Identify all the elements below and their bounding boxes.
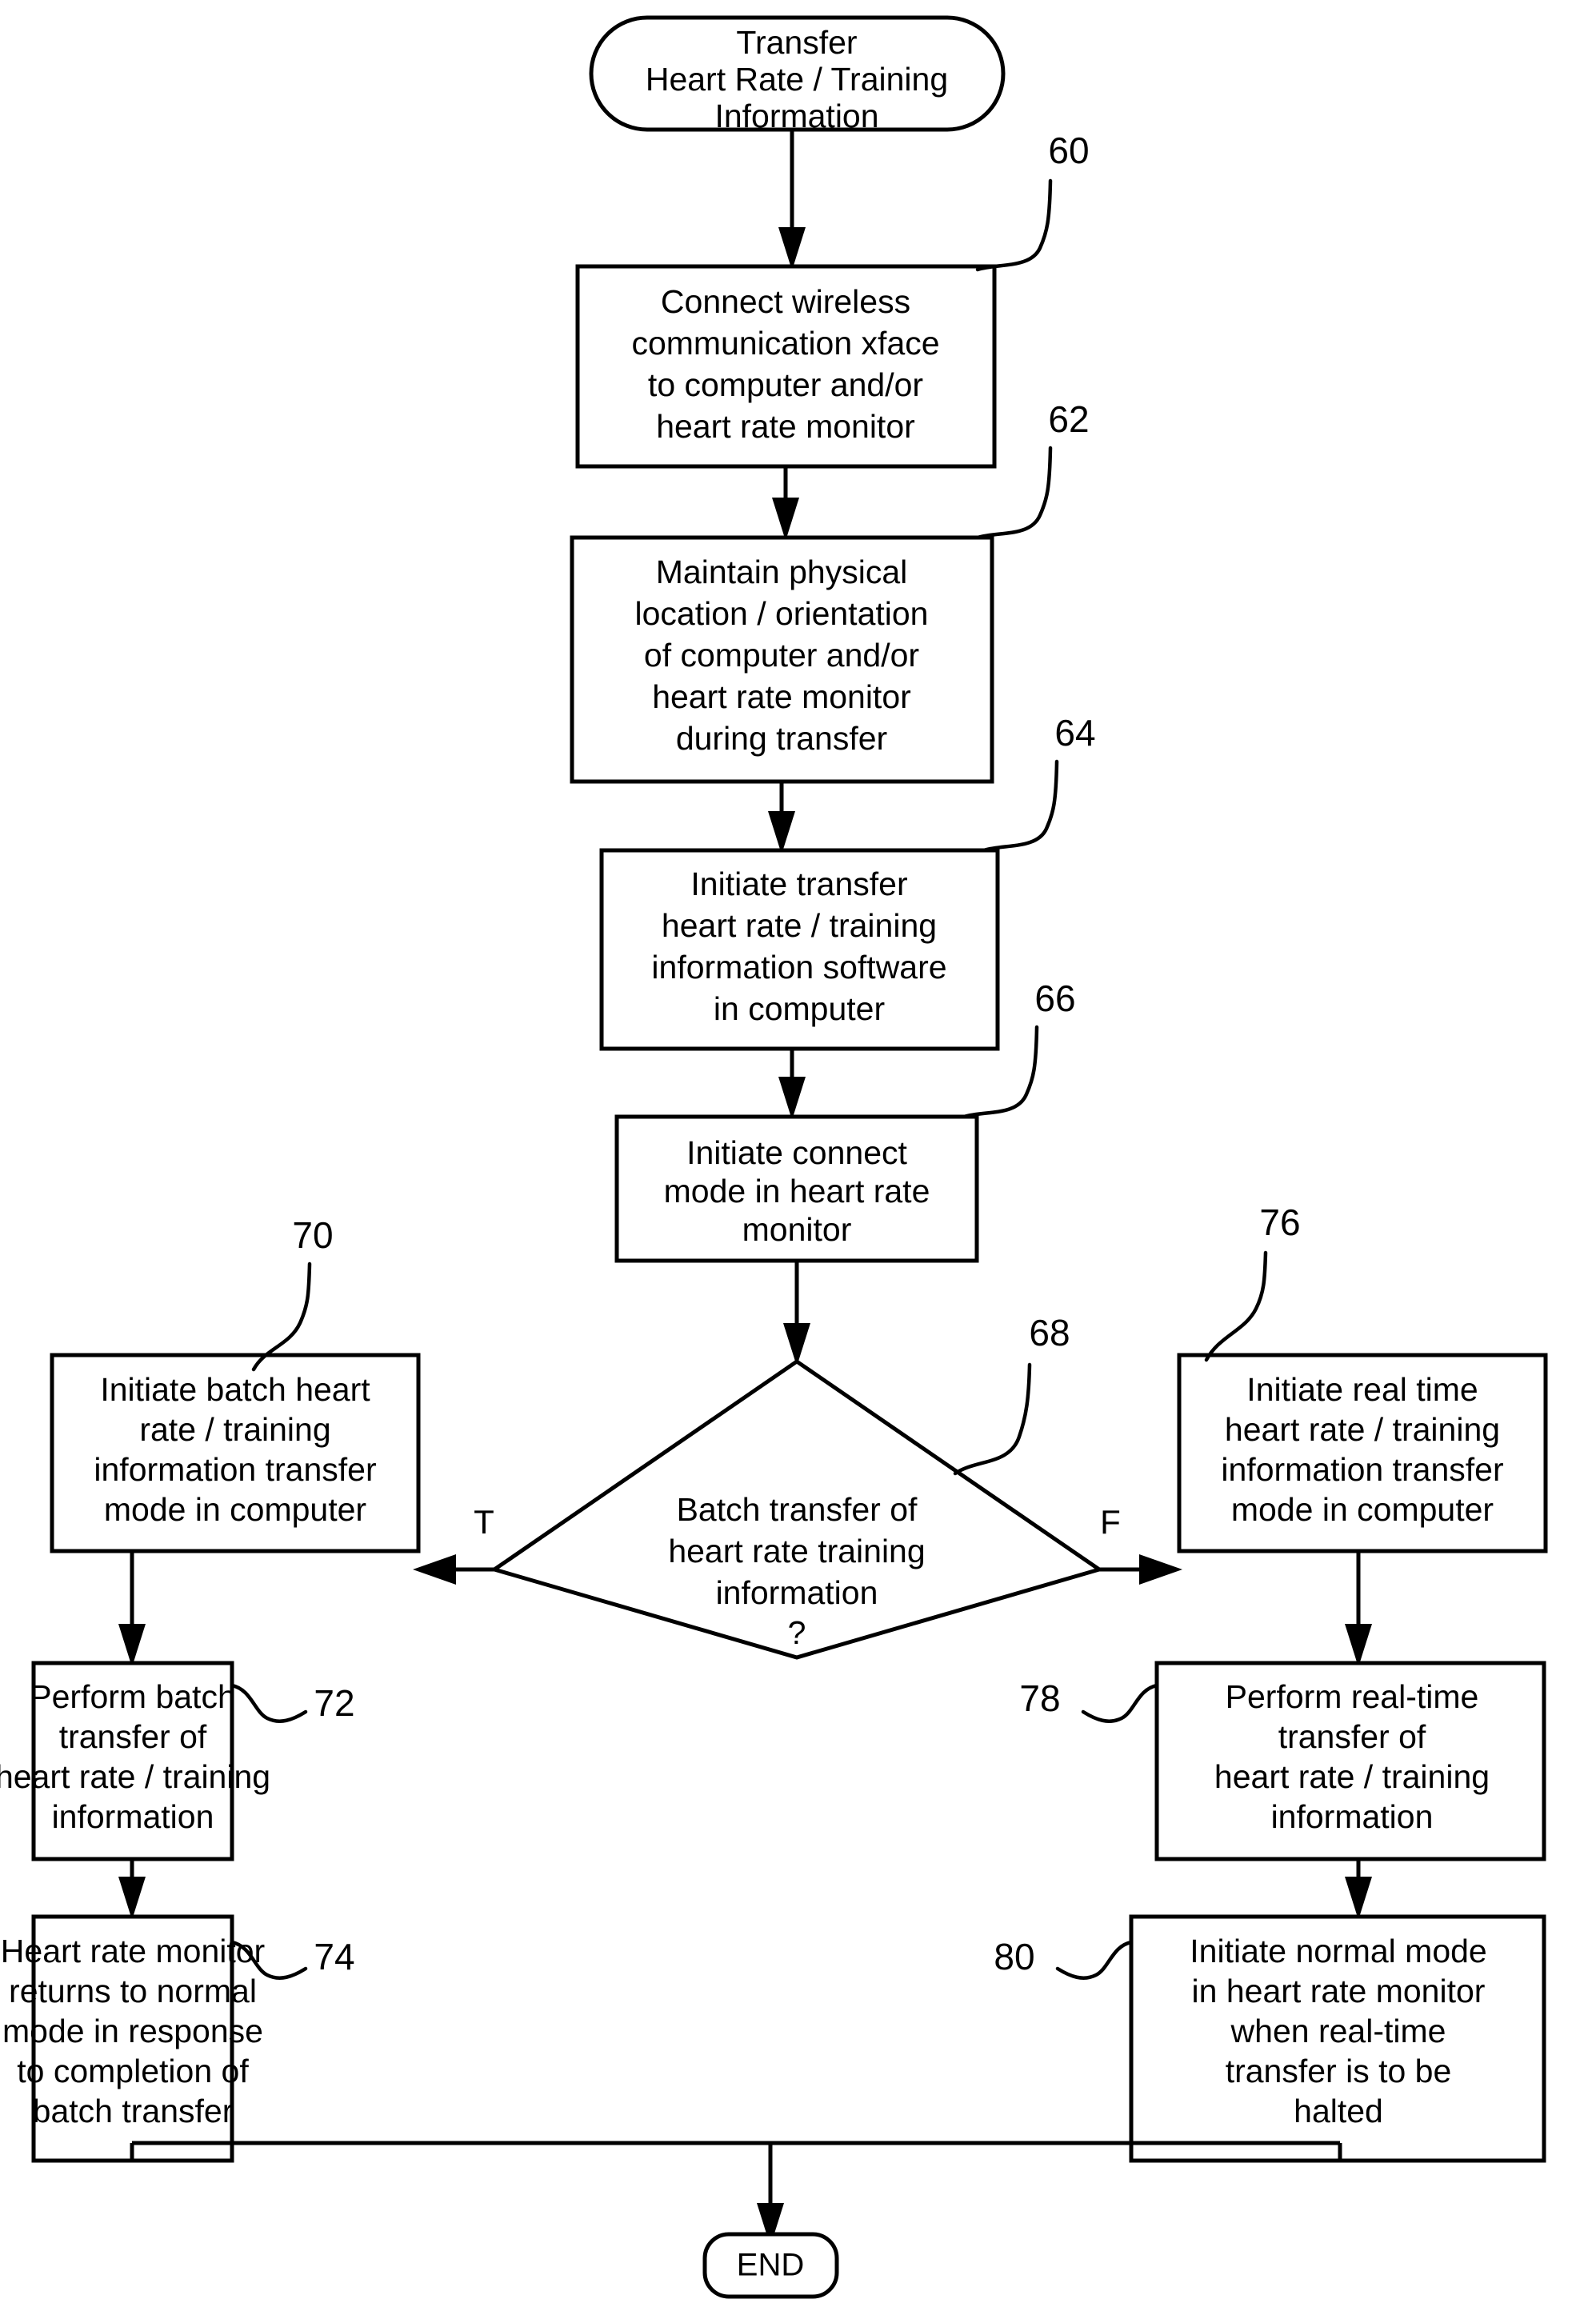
step-perform-realtime-transfer: Perform real-time transfer of heart rate… (1154, 1661, 1546, 1861)
step-initiate-normal-mode-line-2: in heart rate monitor (1192, 1973, 1486, 2009)
step-initiate-realtime-mode-line-3: information transfer (1221, 1451, 1503, 1488)
connector-step66-to-decision (783, 1261, 810, 1366)
connector-step72-to-step74 (118, 1859, 146, 1920)
end-terminator-label: END (737, 2248, 804, 2283)
step-perform-realtime-transfer-line-2: transfer of (1278, 1718, 1426, 1755)
start-terminator: Transfer Heart Rate / Training Informati… (589, 15, 1006, 134)
step-connect-xface-line-1: Connect wireless (661, 283, 910, 320)
connector-step78-to-step80 (1345, 1859, 1372, 1920)
ref-number-80: 80 (994, 1936, 1034, 1977)
step-perform-realtime-transfer-line-3: heart rate / training (1214, 1758, 1490, 1795)
ref-number-74: 74 (314, 1936, 354, 1977)
branch-label-true: T (474, 1503, 494, 1541)
decision-line-3: information (716, 1574, 878, 1611)
step-initiate-normal-mode-line-5: halted (1294, 2093, 1383, 2129)
decision-line-1: Batch transfer of (677, 1491, 918, 1528)
ref-leader-80: 80 (994, 1936, 1134, 1980)
step-perform-realtime-transfer-line-4: information (1271, 1798, 1434, 1835)
flowchart-diagram: Transfer Heart Rate / Training Informati… (0, 0, 1596, 2311)
step-maintain-location-line-1: Maintain physical (656, 554, 908, 590)
ref-number-72: 72 (314, 1682, 354, 1724)
step-monitor-returns-normal-line-5: batch transfer (33, 2093, 234, 2129)
ref-number-76: 76 (1259, 1201, 1300, 1243)
step-initiate-normal-mode-line-4: transfer is to be (1226, 2053, 1452, 2089)
connector-start-to-step60 (778, 130, 806, 270)
step-initiate-batch-mode-line-4: mode in computer (104, 1491, 366, 1528)
step-connect-xface-line-2: communication xface (631, 325, 939, 362)
step-initiate-connect-mode: Initiate connect mode in heart rate moni… (614, 1114, 979, 1263)
connector-step70-to-step72 (118, 1551, 146, 1667)
step-connect-xface-line-3: to computer and/or (648, 366, 923, 403)
ref-number-66: 66 (1034, 978, 1075, 1019)
step-initiate-connect-mode-line-2: mode in heart rate (664, 1173, 930, 1209)
ref-number-70: 70 (292, 1214, 333, 1256)
step-initiate-transfer-software: Initiate transfer heart rate / training … (599, 848, 1000, 1051)
step-maintain-location: Maintain physical location / orientation… (570, 535, 994, 784)
ref-number-78: 78 (1019, 1677, 1060, 1719)
step-monitor-returns-normal-line-2: returns to normal (9, 1973, 257, 2009)
step-initiate-normal-mode-line-3: when real-time (1230, 2013, 1446, 2049)
ref-leader-76: 76 (1204, 1201, 1301, 1362)
connector-step62-to-step64 (768, 782, 795, 854)
ref-number-60: 60 (1048, 130, 1089, 171)
ref-leader-64: 64 (982, 712, 1096, 853)
step-connect-xface-line-4: heart rate monitor (656, 408, 915, 445)
step-monitor-returns-normal-line-3: mode in response (2, 2013, 263, 2049)
step-initiate-batch-mode-line-1: Initiate batch heart (100, 1371, 370, 1408)
step-maintain-location-line-5: during transfer (676, 720, 887, 757)
start-terminator-line-1: Transfer (736, 24, 857, 61)
step-monitor-returns-normal-line-4: to completion of (17, 2053, 249, 2089)
ref-leader-60: 60 (975, 130, 1090, 272)
start-terminator-line-3: Information (714, 98, 878, 134)
ref-leader-78: 78 (1019, 1677, 1159, 1723)
ref-leader-68: 68 (953, 1312, 1070, 1476)
connector-decision-true-to-step70: T (413, 1503, 494, 1585)
connector-decision-false-to-step76: F (1099, 1503, 1182, 1585)
step-initiate-normal-mode: Initiate normal mode in heart rate monit… (1129, 1914, 1546, 2163)
step-initiate-connect-mode-line-3: monitor (742, 1211, 852, 1248)
step-initiate-normal-mode-line-1: Initiate normal mode (1190, 1933, 1486, 1969)
step-monitor-returns-normal: Heart rate monitor returns to normal mod… (1, 1914, 265, 2163)
branch-label-false: F (1100, 1503, 1121, 1541)
step-perform-batch-transfer-line-3: heart rate / training (0, 1758, 270, 1795)
step-maintain-location-line-4: heart rate monitor (652, 678, 911, 715)
connector-step64-to-step66 (778, 1049, 806, 1120)
step-perform-batch-transfer-line-2: transfer of (59, 1718, 207, 1755)
ref-number-64: 64 (1054, 712, 1095, 754)
ref-number-62: 62 (1048, 398, 1089, 440)
connector-step76-to-step78 (1345, 1551, 1372, 1667)
step-initiate-transfer-software-line-4: in computer (714, 990, 885, 1027)
ref-leader-70: 70 (251, 1214, 334, 1372)
step-initiate-realtime-mode-line-2: heart rate / training (1225, 1411, 1500, 1448)
decision-batch-transfer: Batch transfer of heart rate training in… (490, 1358, 1104, 1660)
step-initiate-transfer-software-line-2: heart rate / training (662, 907, 937, 944)
step-initiate-batch-mode-line-2: rate / training (139, 1411, 330, 1448)
ref-leader-72: 72 (230, 1682, 355, 1724)
step-perform-batch-transfer-line-4: information (52, 1798, 214, 1835)
step-initiate-transfer-software-line-1: Initiate transfer (690, 866, 907, 902)
step-initiate-batch-mode: Initiate batch heart rate / training inf… (50, 1353, 421, 1553)
step-initiate-realtime-mode-line-4: mode in computer (1231, 1491, 1494, 1528)
step-monitor-returns-normal-line-1: Heart rate monitor (1, 1933, 265, 1969)
step-initiate-connect-mode-line-1: Initiate connect (686, 1134, 907, 1171)
step-maintain-location-line-2: location / orientation (635, 595, 929, 632)
step-perform-batch-transfer-line-1: Perform batch (30, 1678, 236, 1715)
step-initiate-realtime-mode: Initiate real time heart rate / training… (1177, 1353, 1548, 1553)
decision-line-2: heart rate training (668, 1533, 925, 1569)
step-initiate-batch-mode-line-3: information transfer (94, 1451, 376, 1488)
step-perform-realtime-transfer-line-1: Perform real-time (1226, 1678, 1479, 1715)
step-perform-batch-transfer: Perform batch transfer of heart rate / t… (0, 1661, 270, 1861)
step-connect-xface: Connect wireless communication xface to … (575, 264, 997, 469)
step-initiate-transfer-software-line-3: information software (651, 949, 946, 986)
ref-number-68: 68 (1029, 1312, 1070, 1353)
decision-line-4: ? (788, 1614, 806, 1651)
end-terminator: END (702, 2232, 839, 2299)
step-initiate-realtime-mode-line-1: Initiate real time (1246, 1371, 1478, 1408)
start-terminator-line-2: Heart Rate / Training (646, 61, 948, 98)
connector-step60-to-step62 (772, 466, 799, 541)
step-maintain-location-line-3: of computer and/or (644, 637, 919, 674)
